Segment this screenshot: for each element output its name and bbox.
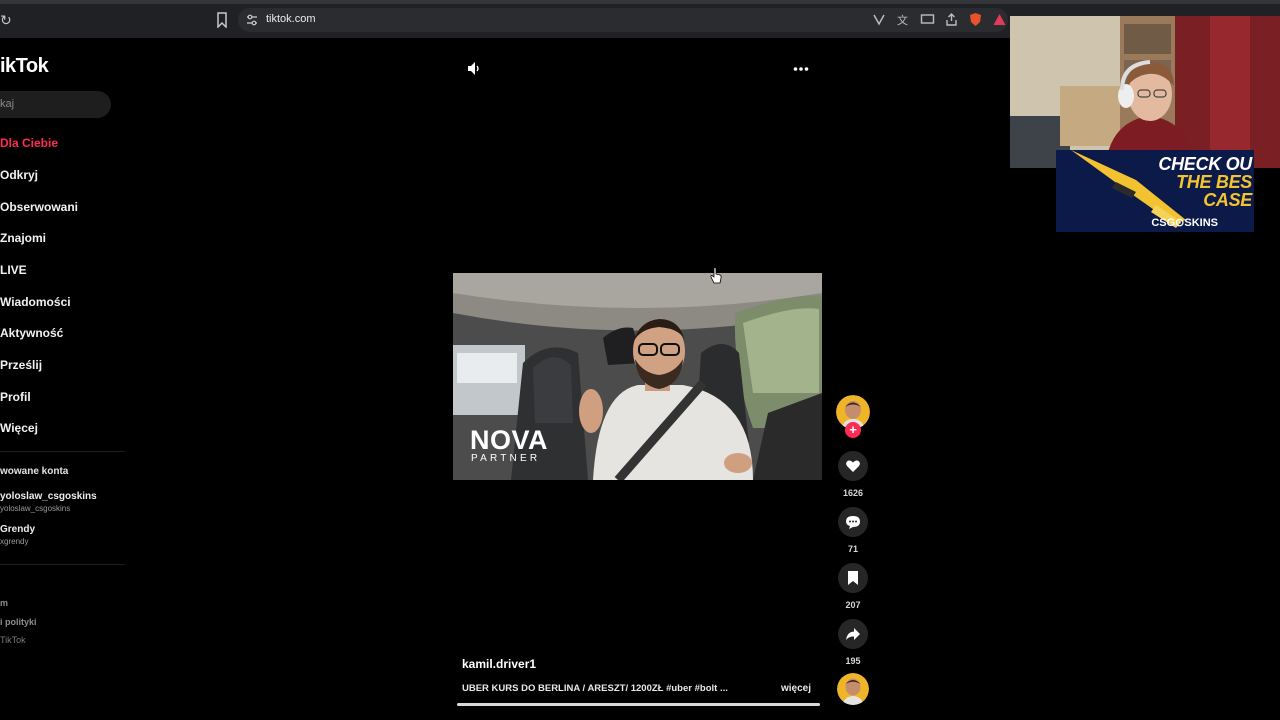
video-progress-fill	[457, 703, 820, 706]
bookmark-icon[interactable]	[216, 12, 228, 28]
nav-item-live[interactable]: LIVE	[0, 263, 27, 277]
reader-mode-icon[interactable]	[872, 12, 887, 27]
nav-item-messages[interactable]: Wiadomości	[0, 295, 71, 309]
share-icon[interactable]	[944, 12, 959, 27]
volume-icon[interactable]	[466, 61, 482, 76]
like-button[interactable]	[838, 451, 868, 481]
search-placeholder: kaj	[0, 98, 15, 110]
nav-item-friends[interactable]: Znajomi	[0, 231, 46, 245]
footer-link[interactable]: i polityki	[0, 617, 37, 627]
video-player[interactable]: NOVA PARTNER	[453, 273, 822, 480]
footer-copyright: TikTok	[0, 635, 26, 645]
more-options-icon[interactable]	[793, 66, 809, 72]
share-count: 195	[845, 656, 861, 666]
brave-shield-icon[interactable]	[968, 12, 983, 27]
comment-count: 71	[847, 544, 858, 554]
brave-rewards-icon[interactable]	[992, 12, 1007, 27]
ad-brand: CSG⊙SKINS	[1151, 217, 1218, 229]
nav-item-explore[interactable]: Odkryj	[0, 168, 38, 182]
avatar-image	[837, 673, 869, 705]
reload-icon[interactable]: ↻	[0, 12, 14, 28]
site-settings-icon[interactable]	[246, 14, 258, 26]
comment-button[interactable]	[838, 507, 868, 537]
sidebar-divider	[0, 451, 125, 452]
nav-item-activity[interactable]: Aktywność	[0, 326, 63, 340]
sidebar: ikTok kaj Dla Ciebie Odkryj Obserwowani …	[0, 38, 125, 720]
comment-icon	[846, 516, 860, 529]
ad-headline-3: CASE	[1203, 190, 1252, 210]
svg-text:文: 文	[897, 13, 908, 27]
account-name[interactable]: yoloslaw_csgoskins	[0, 491, 97, 502]
video-progress-bar[interactable]	[457, 703, 820, 706]
hand-cursor-icon	[710, 267, 722, 284]
browser-extension-icons: 文	[872, 12, 1007, 28]
heart-icon	[846, 460, 860, 472]
url-text: tiktok.com	[266, 13, 316, 25]
tiktok-logo[interactable]: ikTok	[0, 55, 49, 78]
like-count: 1626	[842, 488, 864, 498]
followed-accounts-title: wowane konta	[0, 466, 69, 477]
save-count: 207	[845, 600, 861, 610]
follow-button[interactable]: +	[845, 422, 861, 438]
video-brand-subtitle: PARTNER	[471, 453, 541, 464]
music-disc-avatar[interactable]	[837, 673, 869, 705]
cast-icon[interactable]	[920, 12, 935, 27]
nav-item-profile[interactable]: Profil	[0, 390, 31, 404]
account-handle: yoloslaw_csgoskins	[0, 504, 71, 513]
webcam-overlay	[1010, 16, 1280, 168]
tab-strip	[0, 0, 1280, 4]
nav-item-upload[interactable]: Prześlij	[0, 358, 42, 372]
more-link[interactable]: więcej	[781, 683, 811, 694]
nav-item-following[interactable]: Obserwowani	[0, 200, 78, 214]
video-brand-logo: NOVA	[470, 425, 549, 455]
account-handle: xgrendy	[0, 537, 29, 546]
footer-link[interactable]: m	[0, 598, 8, 608]
webcam-image	[1010, 16, 1280, 168]
search-input[interactable]: kaj	[0, 91, 111, 118]
sponsor-ad-banner: CHECK OU THE BES CASE CSG⊙SKINS	[1056, 150, 1254, 232]
save-button[interactable]	[838, 563, 868, 593]
sidebar-divider	[0, 564, 125, 565]
translate-icon[interactable]: 文	[896, 12, 911, 27]
video-author[interactable]: kamil.driver1	[462, 657, 536, 671]
nav-item-more[interactable]: Więcej	[0, 421, 38, 435]
share-arrow-icon	[846, 628, 860, 640]
share-button[interactable]	[838, 619, 868, 649]
account-name[interactable]: Grendy	[0, 524, 35, 535]
video-description: UBER KURS DO BERLINA / ARESZT/ 1200ZŁ #u…	[462, 683, 728, 694]
nav-item-for-you[interactable]: Dla Ciebie	[0, 136, 58, 150]
bookmark-icon	[848, 571, 858, 585]
